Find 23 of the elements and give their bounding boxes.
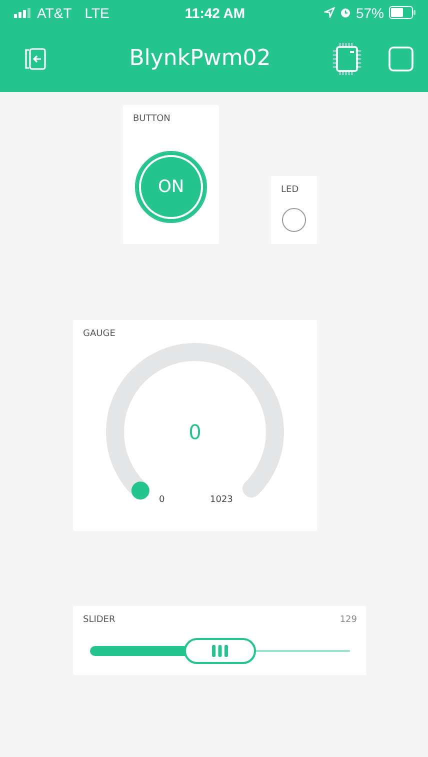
location-arrow-icon [324, 7, 335, 18]
clock-time: 11:42 AM [184, 4, 246, 20]
gauge-max: 1023 [210, 495, 233, 505]
slider-value: 129 [340, 615, 357, 625]
gauge-value: 0 [188, 420, 202, 444]
on-off-button[interactable]: ON [135, 151, 207, 223]
carrier-name: AT&T [37, 4, 72, 20]
battery-icon [389, 6, 416, 19]
project-title: BlynkPwm02 [128, 46, 272, 71]
gauge-indicator [131, 482, 150, 500]
signal-icon [14, 8, 32, 18]
widget-label: BUTTON [133, 114, 170, 124]
chip-icon[interactable] [332, 42, 362, 76]
exit-icon[interactable] [24, 46, 48, 70]
widget-label: GAUGE [83, 329, 116, 339]
widget-label: SLIDER [83, 615, 116, 625]
alarm-clock-icon [340, 7, 351, 18]
gauge-min: 0 [159, 495, 165, 505]
stop-icon[interactable] [388, 46, 414, 72]
widget-label: LED [281, 185, 299, 195]
network-type: LTE [84, 4, 110, 20]
slider-handle[interactable] [184, 638, 256, 664]
battery-percent: 57% [356, 4, 384, 20]
